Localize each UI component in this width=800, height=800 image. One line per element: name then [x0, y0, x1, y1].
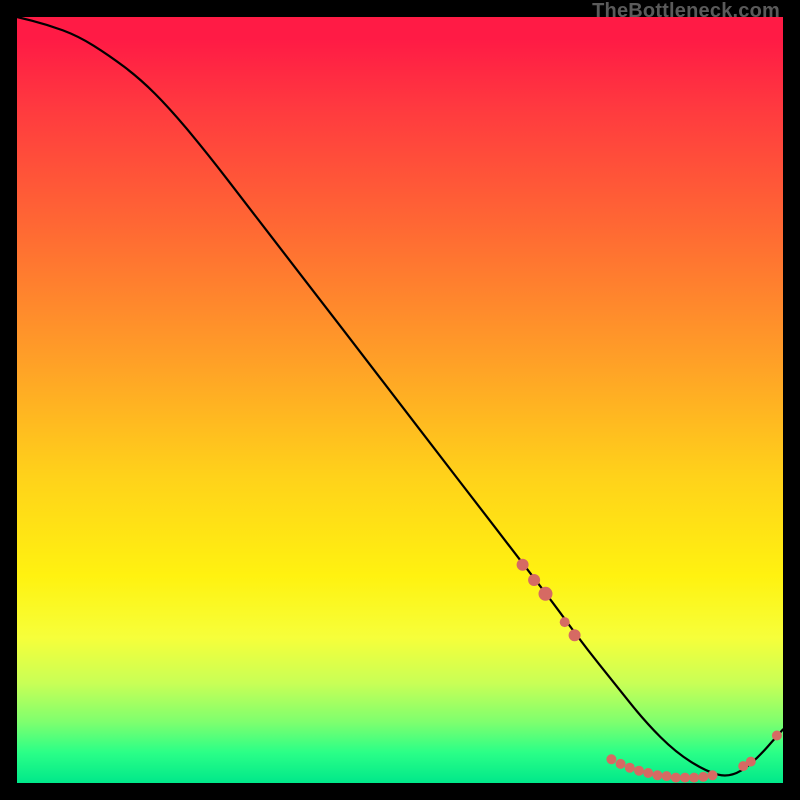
data-marker — [528, 574, 540, 586]
data-marker — [517, 559, 529, 571]
data-marker — [606, 754, 616, 764]
data-marker — [746, 757, 756, 767]
data-marker — [698, 772, 708, 782]
data-marker — [662, 771, 672, 781]
data-marker — [643, 768, 653, 778]
data-marker — [689, 773, 699, 783]
data-marker — [539, 587, 553, 601]
data-marker — [569, 629, 581, 641]
data-marker — [560, 617, 570, 627]
bottleneck-curve — [17, 17, 783, 776]
chart-svg — [17, 17, 783, 783]
data-marker — [772, 731, 782, 741]
data-marker — [671, 773, 681, 783]
data-marker — [634, 766, 644, 776]
data-marker — [708, 770, 718, 780]
data-marker — [680, 773, 690, 783]
data-marker — [616, 759, 626, 769]
marker-group — [517, 559, 782, 783]
data-marker — [652, 770, 662, 780]
data-marker — [625, 763, 635, 773]
